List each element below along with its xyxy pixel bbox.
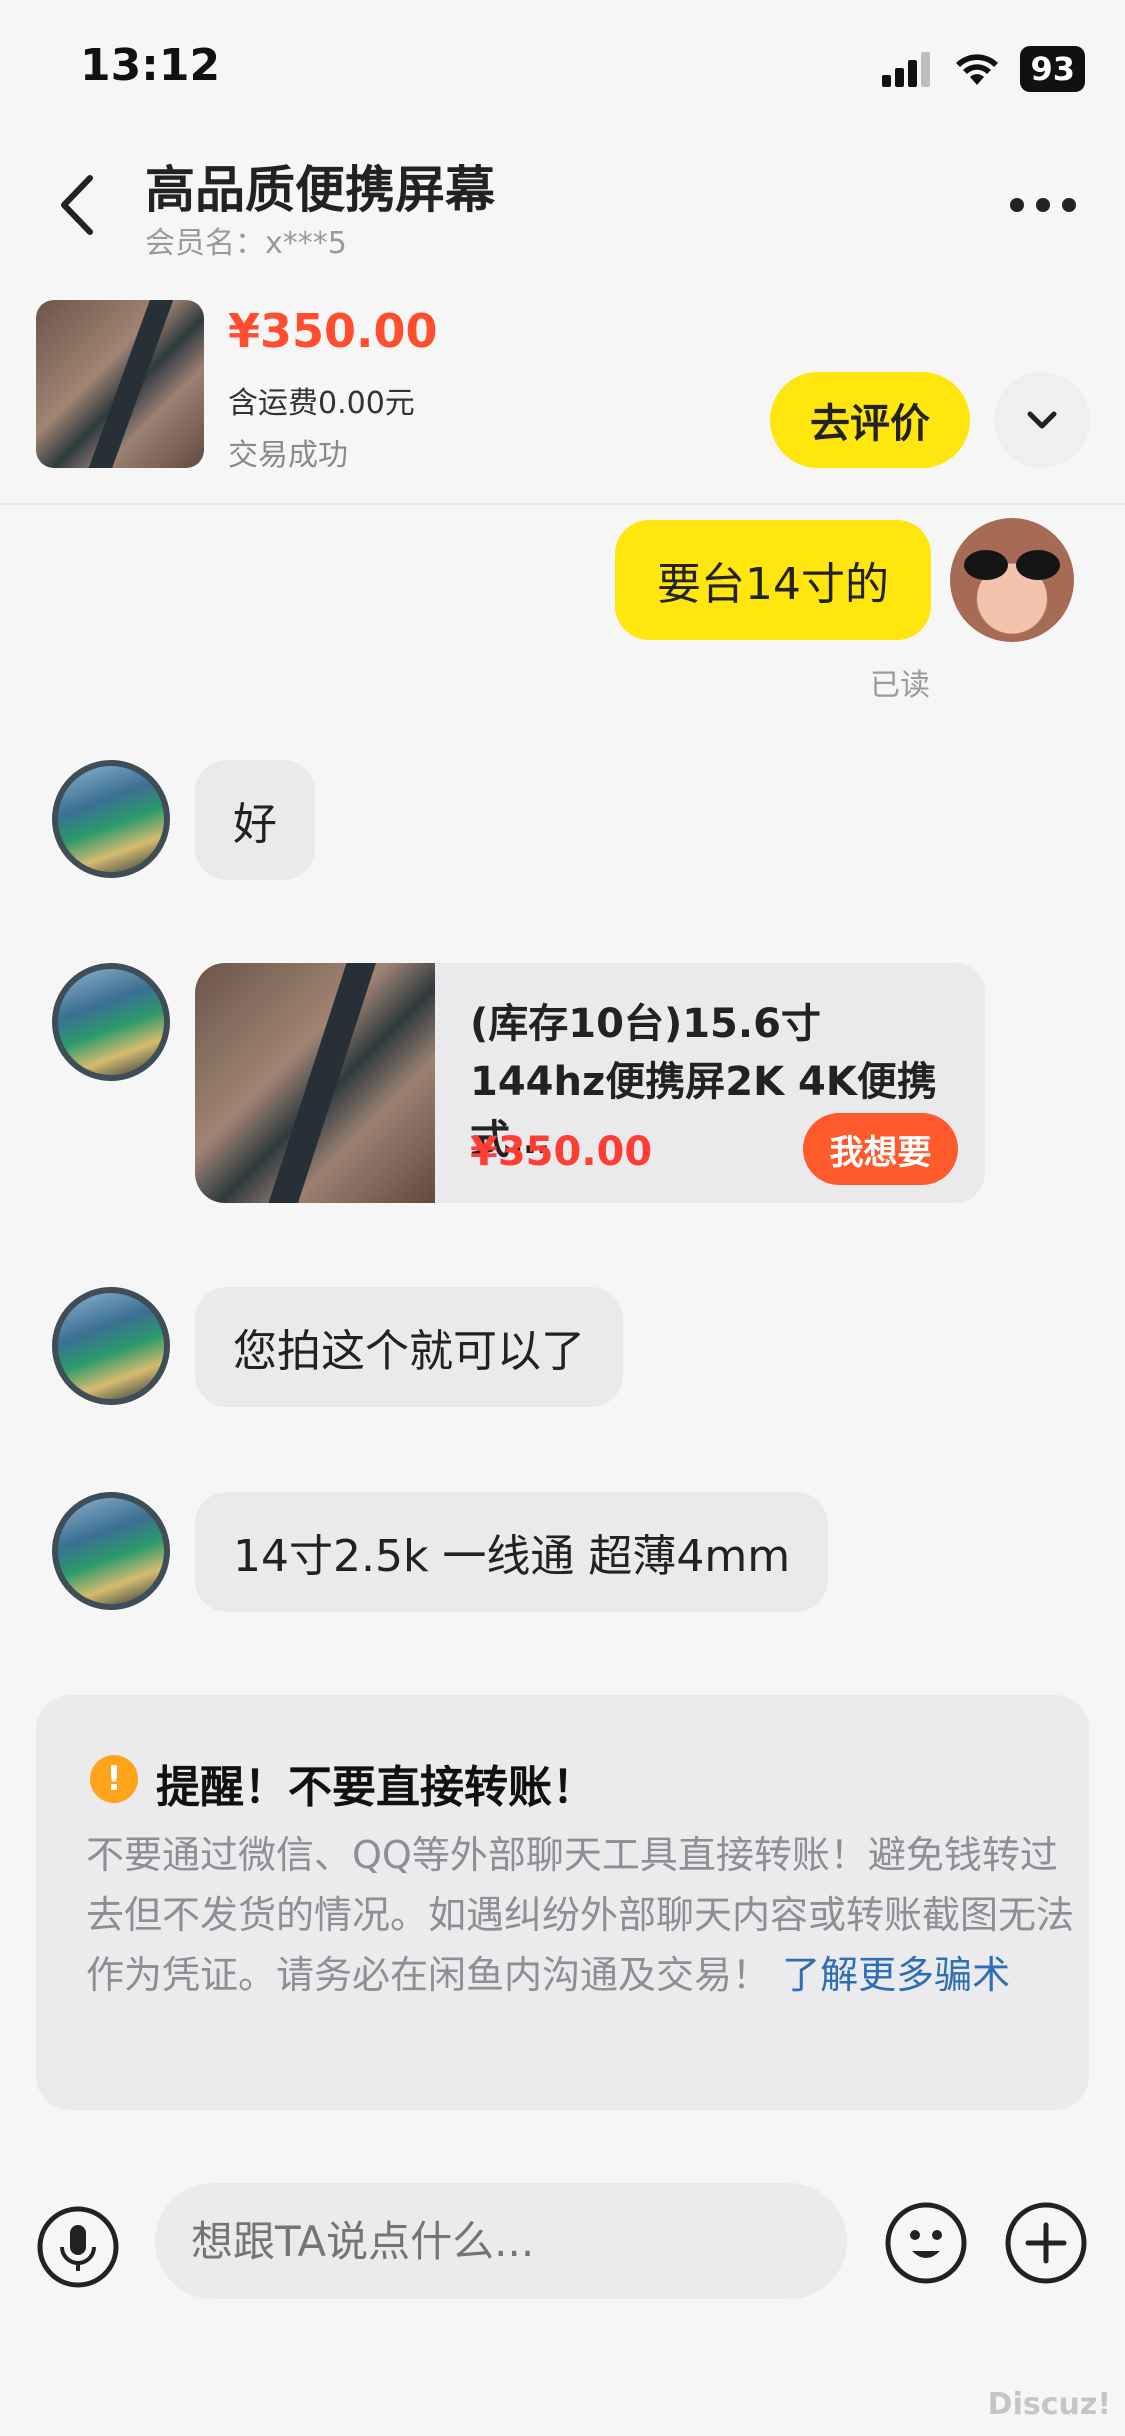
expand-button[interactable] [994, 372, 1090, 468]
shipping-info: 含运费0.00元 [228, 386, 415, 421]
message-input[interactable] [155, 2183, 847, 2299]
signal-icon [882, 52, 931, 87]
battery-indicator: 93 [1020, 46, 1085, 92]
seller-avatar[interactable] [52, 963, 170, 1081]
more-options-icon[interactable] [1010, 190, 1080, 220]
chat-header: 高品质便携屏幕 会员名：x***5 [0, 140, 1125, 290]
warning-title: 提醒！不要直接转账！ [156, 1762, 596, 1813]
product-card-price: ¥350.00 [470, 1129, 653, 1175]
seller-avatar[interactable] [52, 1287, 170, 1405]
product-card-image [195, 963, 435, 1203]
trade-status: 交易成功 [228, 438, 348, 473]
input-bar [0, 2175, 1125, 2315]
back-arrow-icon[interactable] [50, 170, 110, 240]
seller-avatar[interactable] [52, 760, 170, 878]
learn-more-link[interactable]: 了解更多骗术 [782, 1953, 1010, 1997]
message-bubble[interactable]: 好 [195, 760, 315, 880]
product-card[interactable]: (库存10台)15.6寸144hz便携屏2K 4K便携式… ¥350.00 我想… [195, 963, 985, 1203]
status-time: 13:12 [80, 40, 221, 91]
my-avatar[interactable] [950, 518, 1074, 642]
status-icons: 93 [882, 46, 1085, 92]
wifi-icon [956, 54, 999, 85]
product-summary[interactable]: ¥350.00 含运费0.00元 交易成功 去评价 [0, 290, 1125, 505]
read-receipt: 已读 [870, 668, 930, 703]
watermark: Discuz! [987, 2387, 1111, 2422]
chevron-down-icon [1027, 411, 1057, 429]
member-name: 会员名：x***5 [145, 226, 347, 261]
status-bar: 13:12 93 [0, 0, 1125, 140]
microphone-icon[interactable] [36, 2205, 120, 2289]
warning-body: 不要通过微信、QQ等外部聊天工具直接转账！避免钱转过去但不发货的情况。如遇纠纷外… [86, 1825, 1076, 2005]
message-bubble[interactable]: 您拍这个就可以了 [195, 1287, 623, 1407]
warning-icon: ! [90, 1755, 138, 1803]
product-thumbnail[interactable] [36, 300, 204, 468]
plus-icon[interactable] [1004, 2201, 1088, 2285]
review-button[interactable]: 去评价 [770, 372, 970, 468]
want-button[interactable]: 我想要 [803, 1113, 958, 1185]
page-title: 高品质便携屏幕 [145, 161, 495, 219]
message-bubble-self[interactable]: 要台14寸的 [615, 520, 931, 640]
emoji-icon[interactable] [884, 2201, 968, 2285]
seller-avatar[interactable] [52, 1492, 170, 1610]
message-bubble[interactable]: 14寸2.5k 一线通 超薄4mm [195, 1492, 829, 1612]
safety-warning: ! 提醒！不要直接转账！ 不要通过微信、QQ等外部聊天工具直接转账！避免钱转过去… [36, 1695, 1089, 2110]
product-price: ¥350.00 [228, 304, 438, 358]
